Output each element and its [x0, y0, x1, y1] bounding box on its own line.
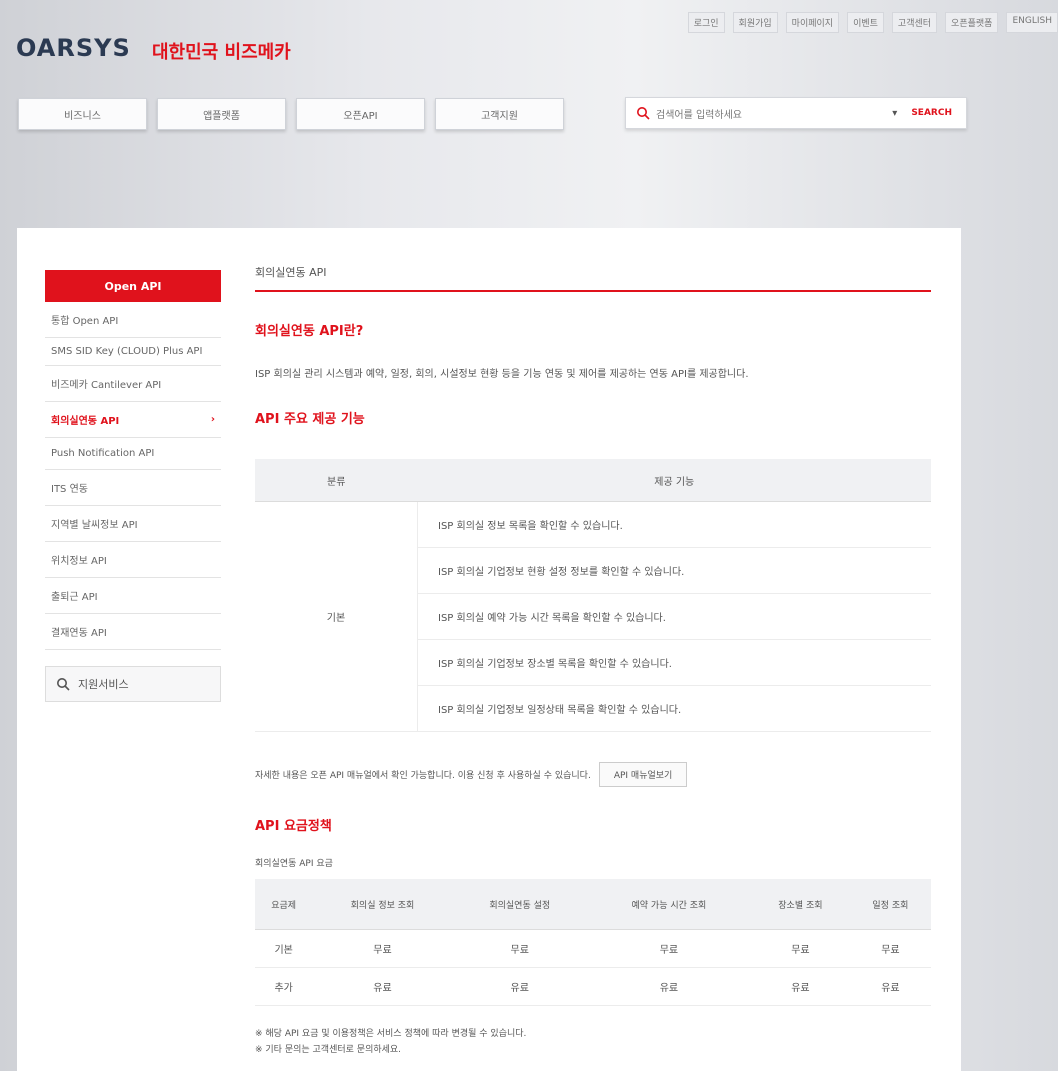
search-input[interactable]: 검색어를 입력하세요	[656, 106, 892, 121]
side-nav-item[interactable]: Push Notification API	[45, 438, 221, 470]
table-cell: 유료	[452, 967, 587, 1006]
logo-subtitle[interactable]: 대한민국 비즈메카	[152, 38, 291, 64]
table-header: 회의실연동 설정	[452, 879, 587, 930]
table-header: 예약 가능 시간 조회	[586, 879, 751, 930]
table-header: 회의실 정보 조회	[312, 879, 453, 930]
gnb-item[interactable]: 오픈API	[296, 98, 425, 130]
side-nav-item[interactable]: SMS SID Key (CLOUD) Plus API	[45, 338, 221, 366]
chevron-right-icon: ›	[210, 414, 215, 425]
gnb-item[interactable]: 고객지원	[435, 98, 564, 130]
gnb-item[interactable]: 비즈니스	[18, 98, 147, 130]
side-nav-item[interactable]: 결재연동 API	[45, 614, 221, 650]
side-nav-item[interactable]: 지역별 날씨정보 API	[45, 506, 221, 542]
table-cell: 무료	[586, 929, 751, 968]
side-nav-item[interactable]: 위치정보 API	[45, 542, 221, 578]
side-nav-label: 통합 Open API	[51, 316, 119, 327]
table-cell: 추가	[255, 967, 313, 1006]
manual-note: 자세한 내용은 오픈 API 매뉴얼에서 확인 가능합니다. 이용 신청 후 사…	[255, 762, 931, 787]
table-cell: 무료	[849, 929, 931, 968]
note-text: 자세한 내용은 오픈 API 매뉴얼에서 확인 가능합니다. 이용 신청 후 사…	[255, 771, 591, 781]
foot-note: ※ 해당 API 요금 및 이용정책은 서비스 정책에 따라 변경될 수 있습니…	[255, 1026, 931, 1058]
foot-note-line: ※ 기타 문의는 고객센터로 문의하세요.	[255, 1045, 402, 1055]
side-nav-label: 결재연동 API	[51, 628, 107, 639]
table-header: 분류	[255, 459, 418, 502]
util-link[interactable]: 회원가입	[732, 12, 778, 33]
side-nav-label: 비즈메카 Cantilever API	[51, 380, 162, 391]
table-cell: 무료	[312, 929, 453, 968]
table-cell: 유료	[849, 967, 931, 1006]
gnb-item[interactable]: 앱플랫폼	[157, 98, 286, 130]
table-cell: ISP 회의실 기업정보 현황 설정 정보를 확인할 수 있습니다.	[417, 547, 931, 594]
side-nav-item[interactable]: ITS 연동	[45, 470, 221, 506]
table-header: 장소별 조회	[750, 879, 850, 930]
table-cell: 기본	[255, 929, 313, 968]
table-cell: ISP 회의실 기업정보 일정상태 목록을 확인할 수 있습니다.	[417, 685, 931, 732]
util-link[interactable]: 로그인	[687, 12, 725, 33]
price-sublabel: 회의실연동 API 요금	[255, 859, 333, 869]
side-nav: Open API 통합 Open API SMS SID Key (CLOUD)…	[45, 270, 221, 702]
side-nav-label: SMS SID Key (CLOUD) Plus API	[51, 346, 203, 357]
table-cell: 유료	[312, 967, 453, 1006]
table-header: 제공 기능	[417, 459, 931, 502]
side-nav-item[interactable]: 비즈메카 Cantilever API	[45, 366, 221, 402]
side-nav-label: ITS 연동	[51, 484, 88, 495]
table-header: 일정 조회	[849, 879, 931, 930]
util-link[interactable]: 오픈플랫폼	[945, 12, 999, 33]
table-header: 요금제	[255, 879, 313, 930]
side-nav-item-active[interactable]: 회의실연동 API ›	[45, 402, 221, 438]
util-link[interactable]: 이벤트	[847, 12, 884, 33]
table-cell: ISP 회의실 정보 목록을 확인할 수 있습니다.	[417, 501, 931, 548]
table-row: 기본 무료 무료 무료 무료 무료	[255, 929, 931, 968]
table-row: 추가 유료 유료 유료 유료 유료	[255, 967, 931, 1006]
table-cell: 기본	[255, 501, 418, 732]
main-content: 회의실연동 API 회의실연동 API란? ISP 회의실 관리 시스템과 예약…	[255, 264, 931, 1058]
foot-note-line: ※ 해당 API 요금 및 이용정책은 서비스 정책에 따라 변경될 수 있습니…	[255, 1029, 527, 1039]
side-nav-label: 회의실연동 API	[51, 416, 120, 427]
support-search-label: 지원서비스	[78, 678, 129, 691]
support-search-button[interactable]: 지원서비스	[45, 666, 221, 702]
chevron-down-icon[interactable]: ▾	[892, 108, 897, 119]
section-title: API 주요 제공 기능	[255, 412, 365, 427]
table-cell: 유료	[750, 967, 850, 1006]
side-nav-label: 위치정보 API	[51, 556, 107, 567]
page-title: 회의실연동 API	[255, 264, 931, 292]
util-link[interactable]: 마이페이지	[785, 12, 840, 33]
content-panel: Open API 통합 Open API SMS SID Key (CLOUD)…	[17, 228, 961, 1071]
function-table: 분류 제공 기능 기본 ISP 회의실 정보 목록을 확인할 수 있습니다. I…	[255, 459, 931, 732]
side-nav-header[interactable]: Open API	[45, 270, 221, 302]
table-cell: 유료	[586, 967, 751, 1006]
util-link[interactable]: 고객센터	[891, 12, 938, 33]
table-cell: ISP 회의실 기업정보 장소별 목록을 확인할 수 있습니다.	[417, 639, 931, 686]
description: ISP 회의실 관리 시스템과 예약, 일정, 회의, 시설정보 현황 등을 기…	[255, 369, 749, 380]
search-bar[interactable]: 검색어를 입력하세요 ▾ SEARCH	[625, 97, 967, 129]
table-row: 기본 ISP 회의실 정보 목록을 확인할 수 있습니다.	[255, 501, 931, 732]
table-cell: 무료	[750, 929, 850, 968]
site-logo[interactable]: OARSYS	[16, 34, 131, 62]
side-nav-item[interactable]: 출퇴근 API	[45, 578, 221, 614]
table-cell: ISP 회의실 예약 가능 시간 목록을 확인할 수 있습니다.	[417, 593, 931, 640]
price-table: 요금제 회의실 정보 조회 회의실연동 설정 예약 가능 시간 조회 장소별 조…	[255, 879, 931, 1006]
search-icon	[637, 107, 650, 120]
search-button[interactable]: SEARCH	[911, 108, 952, 118]
side-nav-label: Push Notification API	[51, 448, 155, 459]
global-nav: 비즈니스 앱플랫폼 오픈API 고객지원	[18, 98, 564, 130]
section-title: API 요금정책	[255, 819, 332, 834]
top-utility-bar: 로그인 회원가입 마이페이지 이벤트 고객센터 오픈플랫폼 ENGLISH	[687, 12, 1058, 33]
side-nav-label: 지역별 날씨정보 API	[51, 520, 138, 531]
side-nav-item[interactable]: 통합 Open API	[45, 302, 221, 338]
side-nav-label: 출퇴근 API	[51, 592, 98, 603]
search-icon	[57, 678, 70, 691]
table-cell: 무료	[452, 929, 587, 968]
section-title: 회의실연동 API란?	[255, 324, 364, 339]
util-link[interactable]: ENGLISH	[1006, 12, 1058, 33]
manual-button[interactable]: API 매뉴얼보기	[598, 762, 688, 787]
